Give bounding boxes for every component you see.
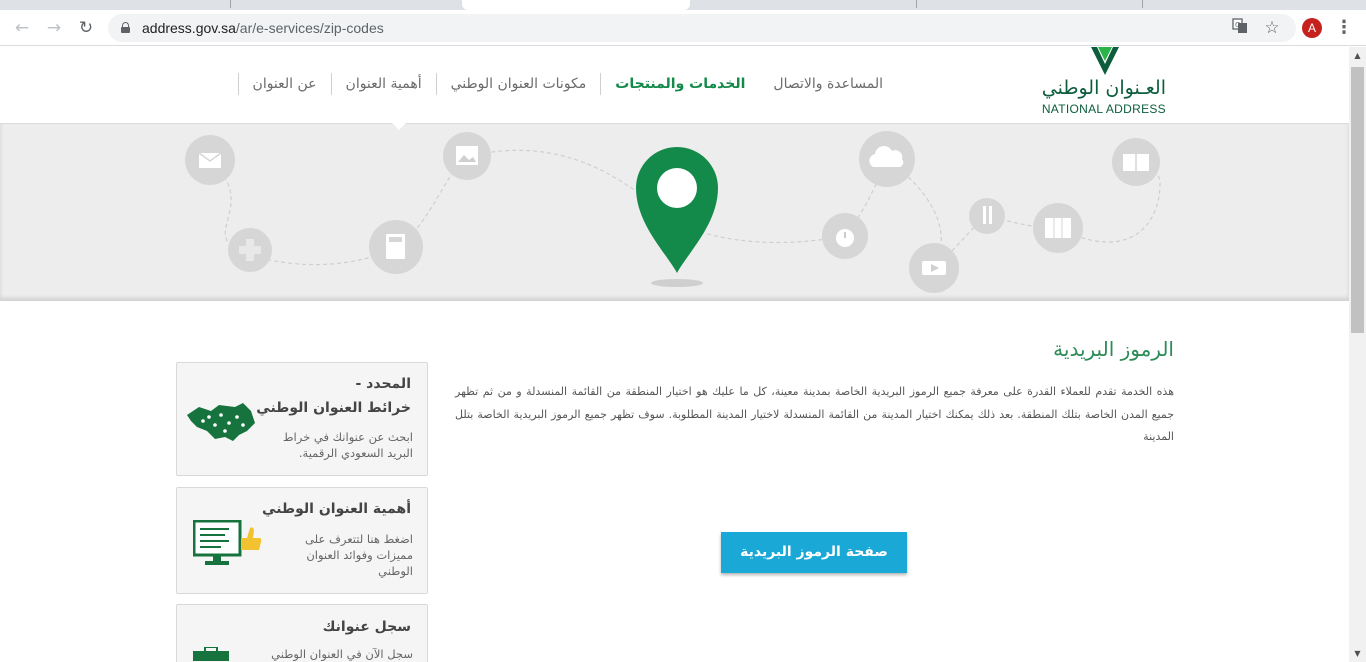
profile-avatar[interactable]: A: [1302, 18, 1322, 38]
browser-toolbar: ← → ↻ address.gov.sa/ar/e-services/zip-c…: [0, 10, 1366, 46]
logo-arabic-text: العـنوان الوطني: [1041, 77, 1166, 99]
card-address-maps[interactable]: المحدد - خرائط العنوان الوطني ابحث عن عن…: [176, 362, 428, 476]
active-nav-indicator: [392, 123, 406, 130]
card-title-line1: المحدد -: [355, 376, 412, 392]
logo-check-icon: [1091, 47, 1119, 75]
book-icon: [1112, 138, 1160, 186]
nav-item-services[interactable]: الخدمات والمنتجات: [600, 73, 759, 95]
svg-text:G: G: [1235, 21, 1240, 29]
forward-arrow-icon[interactable]: →: [42, 16, 66, 40]
video-play-icon: [909, 243, 959, 293]
nav-item-importance[interactable]: أهمية العنوان: [330, 73, 436, 95]
nav-item-about[interactable]: عن العنوان: [237, 73, 331, 95]
briefcase-icon: [193, 647, 229, 661]
national-address-logo[interactable]: العـنوان الوطني NATIONAL ADDRESS: [1040, 47, 1170, 119]
tab-separator: [1142, 0, 1143, 8]
lock-icon[interactable]: [121, 22, 130, 33]
url-text[interactable]: address.gov.sa/ar/e-services/zip-codes: [142, 14, 384, 42]
map-icon: [1033, 203, 1083, 253]
address-bar[interactable]: address.gov.sa/ar/e-services/zip-codes G…: [108, 14, 1296, 42]
card-address-importance[interactable]: أهمية العنوان الوطني اضغط هنا لتتعرف على…: [176, 487, 428, 594]
mail-icon: [185, 135, 235, 185]
card-desc-line1: ابحث عن عنوانك في خراط: [282, 430, 413, 444]
card-desc-line1: اضغط هنا لتتعرف على: [305, 532, 413, 546]
scroll-up-arrow-icon[interactable]: ▲: [1349, 47, 1366, 64]
main-navigation: عن العنوان أهمية العنوان مكونات العنوان …: [237, 73, 897, 95]
web-page: العـنوان الوطني NATIONAL ADDRESS عن العن…: [0, 47, 1349, 662]
card-title: أهمية العنوان الوطني: [262, 501, 411, 517]
computer-thumbs-up-icon: [193, 520, 262, 565]
card-title-line2: خرائط العنوان الوطني: [256, 400, 411, 416]
scroll-thumb[interactable]: [1351, 67, 1364, 333]
url-domain: address.gov.sa: [142, 20, 236, 36]
card-register-address[interactable]: سجل عنوانك سجل الآن في العنوان الوطني: [176, 604, 428, 662]
card-desc-line2: مميزات وفوائد العنوان: [306, 548, 413, 562]
menu-icon[interactable]: ⋮: [1334, 17, 1354, 39]
logo-english-text: NATIONAL ADDRESS: [1041, 102, 1166, 116]
url-path: /ar/e-services/zip-codes: [235, 20, 384, 36]
image-icon: [443, 132, 491, 180]
zip-codes-page-button[interactable]: صفحة الرموز البريدية: [721, 532, 907, 573]
plus-cross-icon: [228, 228, 272, 272]
calculator-icon: [369, 220, 423, 274]
nav-item-components[interactable]: مكونات العنوان الوطني: [435, 73, 601, 95]
cloud-icon: [859, 131, 915, 187]
nav-item-help-contact[interactable]: المساعدة والاتصال: [759, 73, 897, 95]
card-title: سجل عنوانك: [322, 619, 411, 635]
site-header: العـنوان الوطني NATIONAL ADDRESS عن العن…: [0, 47, 1349, 123]
location-pin-icon: [636, 146, 718, 287]
hero-illustration: [185, 131, 1161, 293]
browser-tab-active[interactable]: [462, 0, 690, 10]
stopwatch-icon: [822, 213, 868, 259]
bookmark-star-icon[interactable]: ☆: [1262, 18, 1282, 38]
saudi-map-icon: [187, 403, 255, 441]
reload-icon[interactable]: ↻: [74, 16, 98, 40]
tab-separator: [230, 0, 231, 8]
page-scrollbar[interactable]: ▲ ▼: [1349, 47, 1366, 662]
back-arrow-icon[interactable]: ←: [10, 16, 34, 40]
browser-tab-strip: [0, 0, 1366, 10]
service-description: هذه الخدمة تقدم للعملاء القدرة على معرفة…: [455, 385, 1174, 443]
tab-separator: [916, 0, 917, 8]
card-desc-line2: البريد السعودي الرقمية.: [298, 446, 413, 460]
translate-icon[interactable]: G: [1230, 18, 1250, 38]
page-title: الرموز البريدية: [1053, 337, 1174, 361]
card-desc-line3: الوطني: [378, 564, 413, 578]
hero-banner: [0, 123, 1349, 301]
scroll-down-arrow-icon[interactable]: ▼: [1349, 645, 1366, 662]
tools-icon: [969, 198, 1005, 234]
card-desc-line1: سجل الآن في العنوان الوطني: [271, 647, 413, 661]
